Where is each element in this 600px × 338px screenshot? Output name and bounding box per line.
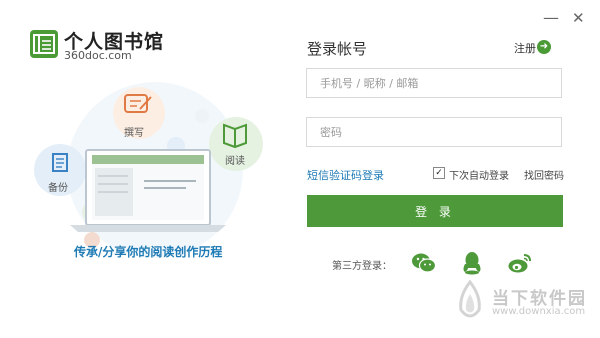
backup-label: 备份 bbox=[48, 183, 68, 194]
watermark-url: www.downxia.com bbox=[492, 306, 586, 317]
close-button[interactable]: ✕ bbox=[572, 10, 585, 26]
password-input[interactable] bbox=[306, 117, 562, 147]
third-party-label: 第三方登录： bbox=[332, 261, 392, 272]
login-button[interactable]: 登 录 bbox=[307, 195, 563, 227]
account-input[interactable] bbox=[306, 68, 562, 98]
qq-icon[interactable] bbox=[459, 250, 485, 276]
minimize-button[interactable]: — bbox=[543, 10, 559, 26]
register-link[interactable]: 注册 bbox=[514, 40, 536, 56]
auto-login-label: 下次自动登录 bbox=[449, 171, 509, 182]
weibo-icon[interactable] bbox=[507, 250, 533, 276]
slogan: 传承/分享你的阅读创作历程 bbox=[74, 245, 223, 259]
login-title: 登录帐号 bbox=[307, 40, 368, 58]
watermark-logo-icon bbox=[459, 280, 481, 318]
auto-login-checkbox[interactable]: ✓ bbox=[433, 167, 445, 179]
login-window: — ✕ 个人图书馆 360doc.com 撰写 阅读 备份 传承/分享你的阅读创… bbox=[0, 0, 600, 338]
illustration bbox=[34, 82, 263, 258]
arrow-right-icon[interactable]: ➜ bbox=[537, 40, 551, 54]
laptop-icon bbox=[70, 149, 226, 232]
forgot-password-link[interactable]: 找回密码 bbox=[524, 167, 564, 182]
wechat-icon[interactable] bbox=[411, 250, 437, 276]
decor-dot bbox=[195, 109, 209, 123]
read-label: 阅读 bbox=[225, 156, 245, 167]
write-label: 撰写 bbox=[124, 128, 144, 139]
sms-login-link[interactable]: 短信验证码登录 bbox=[307, 167, 384, 183]
